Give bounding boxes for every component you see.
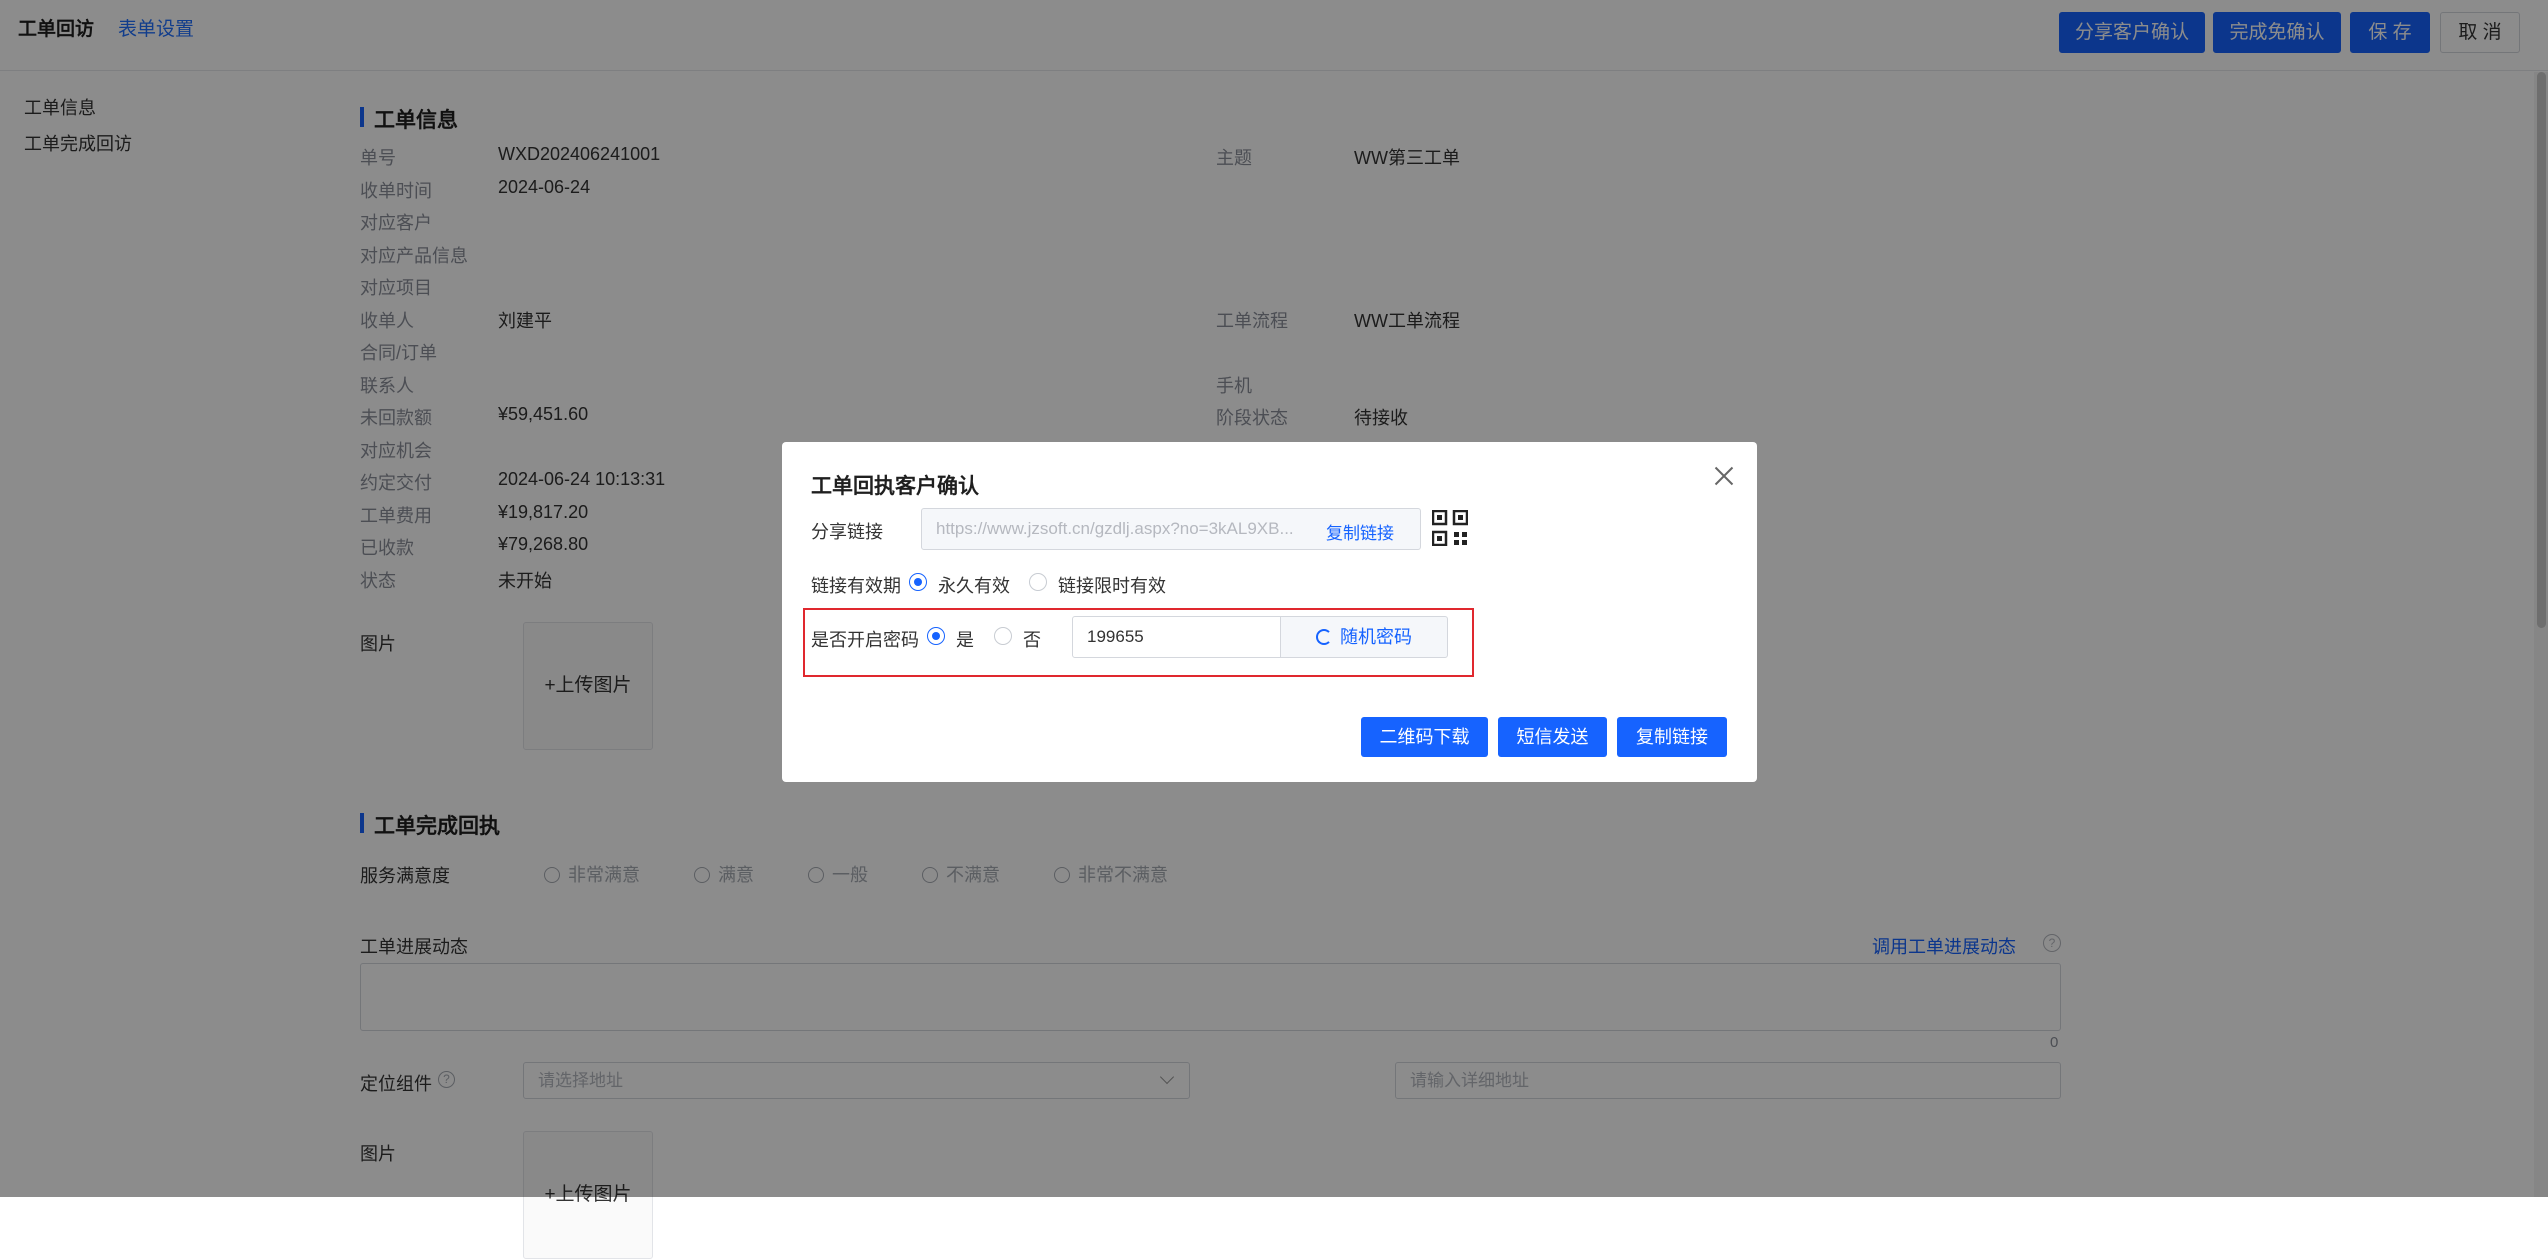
dialog-title: 工单回执客户确认 — [811, 475, 979, 498]
radio-password-no-label[interactable]: 否 — [1023, 626, 1041, 652]
radio-password-no[interactable] — [994, 627, 1012, 645]
sms-send-button[interactable]: 短信发送 — [1498, 717, 1607, 757]
qr-code-icon[interactable] — [1432, 510, 1468, 546]
radio-password-yes-label[interactable]: 是 — [956, 626, 974, 652]
radio-time-limited[interactable] — [1029, 573, 1047, 591]
copy-link-button[interactable]: 复制链接 — [1617, 717, 1727, 757]
password-label: 是否开启密码 — [811, 630, 919, 650]
copy-link-inline-button[interactable]: 复制链接 — [1326, 519, 1394, 544]
validity-label: 链接有效期 — [811, 576, 901, 596]
password-input[interactable]: 199655 — [1072, 616, 1281, 658]
share-link-field[interactable]: https://www.jzsoft.cn/gzdlj.aspx?no=3kAL… — [921, 508, 1421, 550]
refresh-icon — [1316, 629, 1332, 645]
download-qr-button[interactable]: 二维码下载 — [1361, 717, 1488, 757]
radio-permanent-label[interactable]: 永久有效 — [938, 572, 1010, 598]
customer-confirm-dialog: 工单回执客户确认 分享链接 https://www.jzsoft.cn/gzdl… — [782, 442, 1757, 782]
random-password-button[interactable]: 随机密码 — [1280, 616, 1448, 658]
radio-time-limited-label[interactable]: 链接限时有效 — [1058, 572, 1166, 598]
radio-permanent[interactable] — [909, 573, 927, 591]
random-password-label: 随机密码 — [1340, 627, 1412, 647]
close-icon[interactable] — [1712, 464, 1736, 488]
radio-password-yes[interactable] — [927, 627, 945, 645]
share-link-label: 分享链接 — [811, 522, 883, 542]
share-link-url: https://www.jzsoft.cn/gzdlj.aspx?no=3kAL… — [936, 519, 1294, 538]
